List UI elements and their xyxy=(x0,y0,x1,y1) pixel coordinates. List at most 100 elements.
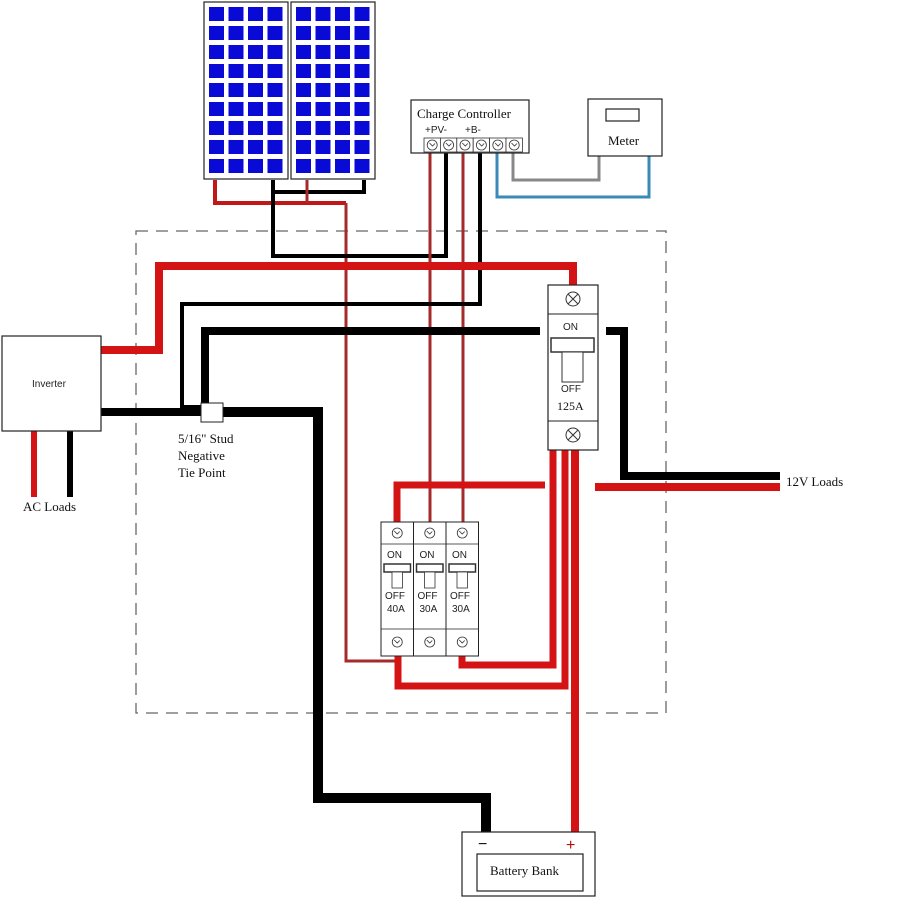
solar-cell xyxy=(335,159,350,173)
solar-cell xyxy=(335,83,350,97)
solar-cell xyxy=(248,7,263,21)
battery-negative-terminal: − xyxy=(478,836,487,853)
battery-terminal-label: +B- xyxy=(465,125,481,136)
inverter-positive-wire xyxy=(101,262,577,354)
solar-cell xyxy=(335,26,350,40)
dc-loads-label: 12V Loads xyxy=(786,474,843,489)
solar-cell xyxy=(296,140,311,154)
screw-terminal-icon xyxy=(439,137,458,153)
solar-panel xyxy=(203,1,289,180)
solar-cell xyxy=(335,102,350,116)
breaker-off-label: OFF xyxy=(450,591,470,602)
solar-cell xyxy=(209,45,224,59)
solar-panel xyxy=(290,1,376,180)
solar-cell xyxy=(209,159,224,173)
solar-cell xyxy=(209,83,224,97)
solar-cell xyxy=(228,121,244,135)
solar-cell xyxy=(354,26,370,40)
solar-cell xyxy=(267,83,283,97)
solar-cell xyxy=(354,64,370,78)
solar-cell xyxy=(209,26,224,40)
solar-cell xyxy=(209,102,224,116)
solar-cell xyxy=(315,26,331,40)
solar-panels xyxy=(203,1,376,180)
screw-terminal-icon xyxy=(565,291,581,307)
solar-cell xyxy=(315,159,331,173)
inverter: Inverter xyxy=(1,335,102,432)
solar-cell xyxy=(315,45,331,59)
panel-negative-link xyxy=(271,180,366,194)
solar-cell xyxy=(315,140,331,154)
branch-breakers: ON OFF 40A ON OFF 30A ON OFF 30A xyxy=(380,521,479,657)
screw-terminal-icon xyxy=(456,137,474,153)
solar-cell xyxy=(296,159,311,173)
charge-controller: Charge Controller +PV- +B- xyxy=(410,99,530,154)
solar-cell xyxy=(354,102,370,116)
solar-cell xyxy=(315,64,331,78)
screw-terminal-icon xyxy=(505,137,523,153)
solar-cell xyxy=(296,121,311,135)
branch-breaker: ON OFF 30A xyxy=(445,521,479,657)
battery-positive-terminal: + xyxy=(566,837,575,854)
solar-cell xyxy=(267,102,283,116)
solar-cell xyxy=(228,7,244,21)
breaker-off-label: OFF xyxy=(385,591,405,602)
breaker-on-label: ON xyxy=(387,550,402,561)
screw-terminal-icon xyxy=(489,137,507,153)
solar-cell xyxy=(228,64,244,78)
solar-cell xyxy=(354,159,370,173)
screw-terminal-icon xyxy=(565,427,581,443)
solar-cell xyxy=(315,121,331,135)
solar-cell xyxy=(209,140,224,154)
controller-terminals xyxy=(423,137,523,153)
solar-cell xyxy=(248,159,263,173)
wires xyxy=(31,152,780,832)
main-breaker-off-label: OFF xyxy=(561,384,581,395)
solar-cell xyxy=(267,26,283,40)
main-breaker-on-label: ON xyxy=(563,322,578,333)
ac-loads-label: AC Loads xyxy=(23,499,76,514)
solar-cell xyxy=(228,45,244,59)
solar-cell xyxy=(267,121,283,135)
screw-terminal-icon xyxy=(424,636,436,648)
tie-point-label-line2: Negative xyxy=(178,448,225,463)
main-breaker: ON OFF 125A xyxy=(547,284,599,451)
solar-cell xyxy=(335,121,350,135)
solar-cell xyxy=(248,83,263,97)
meter-label: Meter xyxy=(608,133,640,148)
solar-cell xyxy=(296,45,311,59)
solar-cell xyxy=(296,102,311,116)
solar-cell xyxy=(209,7,224,21)
solar-cell xyxy=(228,83,244,97)
solar-cell xyxy=(248,140,263,154)
screw-terminal-icon xyxy=(391,527,403,539)
solar-cell xyxy=(209,121,224,135)
solar-cell xyxy=(315,7,331,21)
solar-cell xyxy=(354,7,370,21)
breaker-on-label: ON xyxy=(452,550,467,561)
battery-bank-label: Battery Bank xyxy=(490,863,559,878)
solar-cell xyxy=(248,121,263,135)
pv-terminal-label: +PV- xyxy=(425,125,447,136)
solar-cell xyxy=(354,83,370,97)
solar-cell xyxy=(209,64,224,78)
solar-cell xyxy=(267,140,283,154)
solar-cell xyxy=(335,7,350,21)
solar-cell xyxy=(335,45,350,59)
solar-cell xyxy=(335,140,350,154)
screw-terminal-icon xyxy=(456,527,468,539)
screw-terminal-icon xyxy=(472,137,491,153)
solar-cell xyxy=(228,159,244,173)
solar-cell xyxy=(248,102,263,116)
solar-cell xyxy=(267,7,283,21)
meter-wire-gray xyxy=(511,152,601,182)
solar-cell xyxy=(315,102,331,116)
solar-cell xyxy=(267,64,283,78)
solar-cell xyxy=(267,159,283,173)
solar-cell xyxy=(296,7,311,21)
solar-cell xyxy=(296,26,311,40)
solar-cell xyxy=(296,64,311,78)
screw-terminal-icon xyxy=(391,636,403,648)
meter-display-icon xyxy=(605,108,640,122)
solar-cell xyxy=(335,64,350,78)
